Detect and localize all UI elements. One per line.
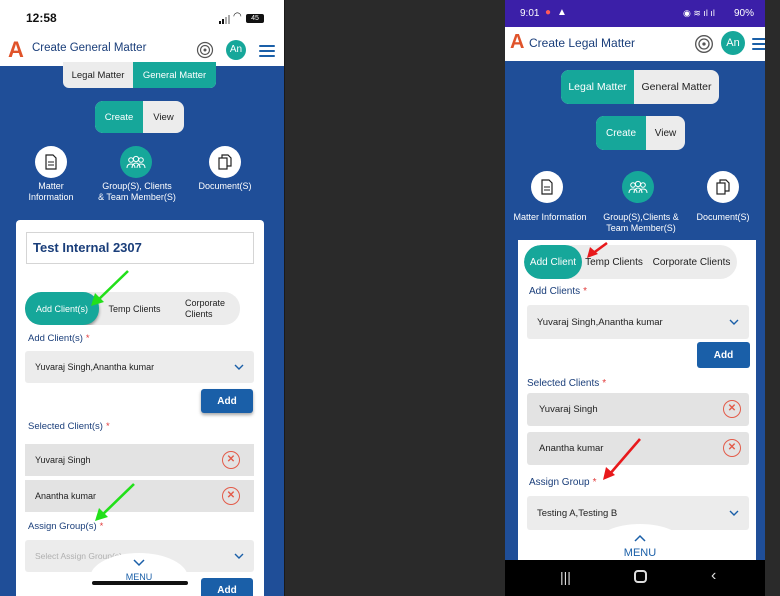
home-icon[interactable] — [634, 570, 647, 583]
tab-legal-matter[interactable]: Legal Matter — [63, 62, 133, 88]
chevron-down-icon — [729, 319, 739, 325]
step-matter-information[interactable] — [35, 146, 67, 178]
add-client-button[interactable]: Add — [201, 389, 253, 413]
menu-button[interactable]: MENU — [90, 553, 188, 596]
hamburger-menu-icon[interactable] — [752, 38, 765, 53]
add-group-button[interactable]: Add — [201, 578, 253, 596]
tab-corporate-clients[interactable]: Corporate Clients — [646, 245, 737, 279]
chevron-down-icon — [729, 510, 739, 516]
step-label-documents: Document(S) — [696, 212, 750, 222]
step-label-groups-clients: Group(S), Clients & Team Member(S) — [98, 181, 176, 202]
selected-clients-label: Selected Client(s) * — [28, 421, 110, 432]
tab-view[interactable]: View — [143, 101, 184, 133]
step-documents[interactable] — [209, 146, 241, 178]
matter-type-toggle: Legal Matter General Matter — [63, 62, 216, 88]
tab-corporate-clients[interactable]: Corporate Clients — [170, 292, 240, 325]
hamburger-menu-icon[interactable] — [259, 45, 275, 60]
app-logo-icon: A — [510, 31, 525, 53]
selected-client-item: Yuvaraj Singh ✕ — [527, 393, 749, 426]
document-icon — [541, 179, 553, 195]
selected-client-item: Yuvaraj Singh ✕ — [25, 444, 254, 476]
add-clients-dropdown[interactable]: Yuvaraj Singh,Anantha kumar — [25, 351, 254, 383]
menu-button[interactable]: MENU — [596, 524, 684, 564]
client-type-tabs: Add Client Temp Clients Corporate Client… — [524, 245, 737, 279]
target-icon[interactable] — [694, 34, 714, 54]
group-icon — [628, 180, 648, 194]
app-logo-icon: A — [8, 37, 24, 62]
chevron-down-icon — [234, 553, 244, 559]
tab-view[interactable]: View — [646, 116, 685, 150]
left-phone-screen: 12:58 ◠ 45 A Create General Matter An Le… — [0, 0, 284, 596]
tab-create[interactable]: Create — [95, 101, 143, 133]
client-type-tabs: Add Client(s) Temp Clients Corporate Cli… — [25, 292, 240, 325]
step-label-groups-clients: Group(S),Clients & Team Member(S) — [603, 212, 679, 233]
warning-icon: ▲ — [557, 7, 567, 18]
wifi-icon: ◠ — [233, 11, 242, 22]
remove-client-icon[interactable]: ✕ — [723, 400, 741, 418]
annotation-arrow — [603, 438, 641, 480]
add-clients-value: Yuvaraj Singh,Anantha kumar — [537, 316, 663, 328]
tab-create[interactable]: Create — [596, 116, 646, 150]
step-documents[interactable] — [707, 171, 739, 203]
status-bar: 9:01 ● ▲ ◉ ≋ ıl ıl 90% — [505, 0, 765, 27]
home-indicator — [92, 581, 188, 585]
remove-client-icon[interactable]: ✕ — [723, 439, 741, 457]
recent-apps-icon[interactable]: ||| — [560, 569, 571, 585]
group-icon — [126, 155, 146, 169]
status-time: 12:58 — [26, 11, 57, 25]
matter-type-toggle: Legal Matter General Matter — [561, 70, 719, 104]
selected-client-item: Anantha kumar ✕ — [25, 480, 254, 512]
avatar[interactable]: An — [721, 31, 745, 55]
selected-clients-label: Selected Clients * — [527, 378, 607, 389]
avatar[interactable]: An — [226, 40, 246, 60]
app-header: A Create Legal Matter An — [505, 27, 765, 61]
step-groups-clients[interactable] — [120, 146, 152, 178]
menu-label: MENU — [623, 547, 657, 559]
android-nav-bar: ||| ‹ — [505, 560, 765, 596]
notification-icon: ● — [545, 7, 552, 18]
remove-client-icon[interactable]: ✕ — [222, 451, 240, 469]
tab-general-matter[interactable]: General Matter — [133, 62, 216, 88]
screenshot-divider — [284, 0, 285, 596]
right-phone-screen: 9:01 ● ▲ ◉ ≋ ıl ıl 90% A Create Legal Ma… — [505, 0, 765, 596]
chevron-down-icon — [133, 559, 145, 567]
step-groups-clients[interactable] — [622, 171, 654, 203]
assign-group-label: Assign Group * — [529, 477, 597, 488]
page-title: Create Legal Matter — [529, 36, 636, 50]
assign-group-value: Testing A,Testing B — [537, 507, 618, 519]
copy-icon — [716, 179, 730, 195]
status-bar: 12:58 ◠ 45 — [0, 0, 284, 34]
create-view-toggle: Create View — [596, 116, 685, 150]
add-clients-dropdown[interactable]: Yuvaraj Singh,Anantha kumar — [527, 305, 749, 339]
step-matter-information[interactable] — [531, 171, 563, 203]
add-clients-label: Add Clients * — [529, 286, 588, 297]
target-icon[interactable] — [196, 41, 214, 59]
back-icon[interactable]: ‹ — [711, 567, 716, 585]
chevron-down-icon — [234, 364, 244, 370]
annotation-arrow — [91, 270, 129, 306]
battery-icon: 45 — [246, 14, 264, 23]
tab-legal-matter[interactable]: Legal Matter — [561, 70, 634, 104]
copy-icon — [218, 154, 232, 170]
matter-name-field[interactable]: Test Internal 2307 — [26, 232, 254, 264]
signal-icon: ◉ ≋ ıl ıl — [683, 8, 715, 18]
step-label-matter-information: Matter Information — [28, 181, 74, 202]
tab-general-matter[interactable]: General Matter — [634, 70, 719, 104]
add-clients-label: Add Client(s) * — [28, 333, 90, 344]
annotation-arrow — [95, 483, 135, 521]
step-label-matter-information: Matter Information — [513, 212, 587, 222]
chevron-up-icon — [634, 534, 646, 542]
remove-client-icon[interactable]: ✕ — [222, 487, 240, 505]
create-view-toggle: Create View — [95, 101, 184, 133]
document-icon — [45, 154, 57, 170]
add-client-button[interactable]: Add — [697, 342, 750, 368]
status-time: 9:01 — [520, 8, 540, 19]
page-title: Create General Matter — [32, 42, 147, 54]
tab-add-client[interactable]: Add Client — [524, 245, 582, 279]
step-label-documents: Document(S) — [198, 181, 252, 191]
annotation-arrow — [587, 241, 608, 258]
signal-icon — [219, 15, 230, 24]
add-clients-value: Yuvaraj Singh,Anantha kumar — [35, 362, 155, 372]
battery-level: 90% — [734, 8, 755, 19]
